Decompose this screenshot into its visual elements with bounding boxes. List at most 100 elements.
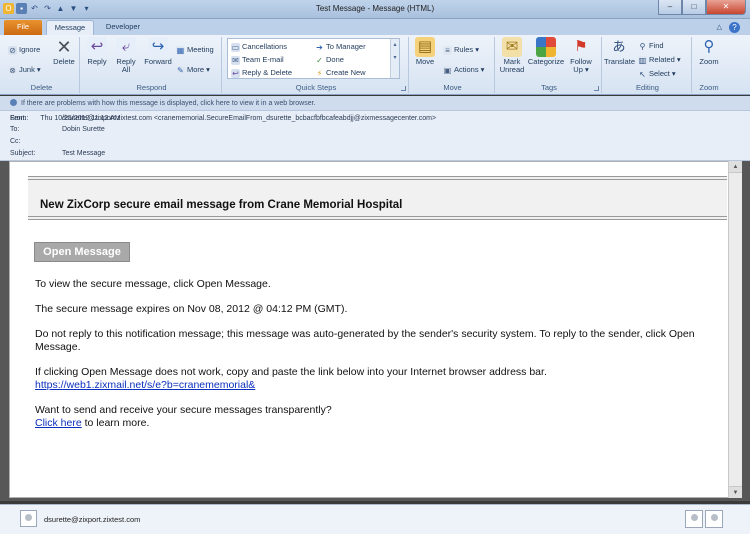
ribbon-tabs: File Message Developer △ ? <box>0 19 750 35</box>
close-button[interactable]: ✕ <box>706 0 746 15</box>
editing-group-label: Editing <box>636 83 659 92</box>
help-icon[interactable]: ? <box>729 22 740 33</box>
reading-pane: New ZixCorp secure email message from Cr… <box>0 161 750 501</box>
translate-button[interactable]: あ Translate <box>604 37 635 66</box>
body-paragraph-3: Do not reply to this notification messag… <box>35 328 695 353</box>
sent-row: Sent: Thu 10/25/2012 11:12 AM <box>10 114 740 124</box>
quickstep-done[interactable]: ✓ Done <box>315 55 344 65</box>
scroll-down-arrow-icon[interactable]: ▼ <box>729 486 742 498</box>
expand-people-pane-icon[interactable] <box>705 510 723 528</box>
click-here-link[interactable]: Click here <box>35 417 82 429</box>
select-cursor-icon: ↖ <box>639 70 646 79</box>
ignore-icon: ⊘ <box>8 46 17 55</box>
find-button[interactable]: ⚲ Find <box>638 41 664 51</box>
junk-icon: ⊗ <box>8 66 17 75</box>
learn-more-text: to learn more. <box>81 416 150 429</box>
reply-all-icon: ⤶ <box>116 37 136 57</box>
tags-dialog-launcher-icon[interactable] <box>594 86 599 91</box>
actions-button[interactable]: ▣ Actions ▾ <box>443 65 484 75</box>
rules-icon: ≡ <box>443 46 452 55</box>
related-button[interactable]: ▥ Related ▾ <box>638 55 681 65</box>
more-respond-icon: ✎ <box>176 66 185 75</box>
secure-message-link[interactable]: https://web1.zixmail.net/s/e?b=cranememo… <box>35 379 255 391</box>
maximize-button[interactable]: □ <box>682 0 706 15</box>
message-heading-box: New ZixCorp secure email message from Cr… <box>28 176 727 220</box>
message-headers: From: dsurette@zixport.zixtest.com <crane… <box>0 111 750 161</box>
zoom-button[interactable]: ⚲ Zoom <box>695 37 723 66</box>
to-label: To: <box>10 126 20 133</box>
rules-button[interactable]: ≡ Rules ▾ <box>443 45 479 55</box>
body-paragraph-5: Want to send and receive your secure mes… <box>35 404 715 429</box>
delete-button[interactable]: ✕ Delete <box>51 37 77 66</box>
forward-icon: ↪ <box>148 37 168 57</box>
title-bar: O ▪ ↶ ↷ ▲ ▼ ▾ Test Message - Message (HT… <box>0 0 750 19</box>
dialog-launcher-icon[interactable] <box>401 86 406 91</box>
info-bar-text[interactable]: If there are problems with how this mess… <box>21 100 316 107</box>
info-icon <box>10 99 17 106</box>
ribbon: ⊘ Ignore ⊗ Junk ▾ ✕ Delete Delete ↩ Reply … <box>0 35 750 95</box>
tab-message[interactable]: Message <box>46 20 94 35</box>
copy-link-instructions: If clicking Open Message does not work, … <box>35 366 547 378</box>
tab-developer[interactable]: Developer <box>98 20 148 35</box>
quick-steps-gallery: ▭ Cancellations ➔ To Manager ✉ Team E-mail … <box>227 38 400 79</box>
categorize-button[interactable]: Categorize <box>527 37 565 66</box>
checkmark-icon: ✓ <box>316 56 323 65</box>
contact-card-icon[interactable] <box>685 510 703 528</box>
zoom-group: ⚲ Zoom Zoom <box>694 37 724 93</box>
minimize-ribbon-icon[interactable]: △ <box>717 23 722 31</box>
meeting-button[interactable]: ▦ Meeting <box>176 45 214 55</box>
zoom-group-label: Zoom <box>699 83 719 92</box>
quick-steps-group: ▭ Cancellations ➔ To Manager ✉ Team E-mail … <box>224 37 409 93</box>
transparent-messaging-text: Want to send and receive your secure mes… <box>35 404 332 416</box>
related-icon: ▥ <box>638 56 647 65</box>
delete-x-icon: ✕ <box>56 37 72 57</box>
quickstep-team-email[interactable]: ✉ Team E-mail <box>231 55 284 65</box>
people-pane-email[interactable]: dsurette@zixport.zixtest.com <box>44 515 140 524</box>
reply-all-button[interactable]: ⤶ Reply All <box>112 37 140 74</box>
respond-group: ↩ Reply ⤶ Reply All ↪ Forward ▦ Meeting ✎… <box>82 37 222 93</box>
reply-icon: ↩ <box>87 37 107 57</box>
arrow-right-icon: ➔ <box>316 43 323 52</box>
subject-value: Test Message <box>62 150 106 157</box>
people-pane: dsurette@zixport.zixtest.com <box>0 504 750 534</box>
quick-steps-scroll[interactable]: ▴ ▾ <box>390 39 399 78</box>
move-group: ▤ Move ≡ Rules ▾ ▣ Actions ▾ Move <box>411 37 495 93</box>
junk-button[interactable]: ⊗ Junk ▾ <box>8 65 41 75</box>
magnifier-icon: ⚲ <box>703 38 715 55</box>
select-button[interactable]: ↖ Select ▾ <box>638 69 676 79</box>
forward-button[interactable]: ↪ Forward <box>142 37 174 66</box>
respond-group-label: Respond <box>136 83 167 92</box>
categorize-icon <box>536 37 556 57</box>
move-button[interactable]: ▤ Move <box>413 37 437 66</box>
quick-steps-label: Quick Steps <box>295 83 337 92</box>
avatar[interactable] <box>20 510 37 527</box>
info-bar[interactable]: If there are problems with how this mess… <box>0 96 750 111</box>
to-value[interactable]: Dobin Surette <box>62 126 105 133</box>
subject-label: Subject: <box>10 150 36 157</box>
move-group-label: Move <box>443 83 462 92</box>
editing-group: あ Translate ⚲ Find ▥ Related ▾ ↖ Select ▾ E… <box>604 37 692 93</box>
move-folder-icon: ▤ <box>415 37 435 57</box>
scroll-up-arrow-icon[interactable]: ▲ <box>729 161 742 173</box>
binoculars-icon: ⚲ <box>639 42 646 51</box>
envelope-icon: ✉ <box>502 37 522 57</box>
actions-icon: ▣ <box>443 66 452 75</box>
ignore-button[interactable]: ⊘ Ignore <box>8 45 40 55</box>
team-email-icon: ✉ <box>231 56 240 65</box>
body-paragraph-1: To view the secure message, click Open M… <box>35 278 271 290</box>
reply-button[interactable]: ↩ Reply <box>84 37 110 66</box>
delete-group-label: Delete <box>30 83 53 92</box>
mark-unread-button[interactable]: ✉ Mark Unread <box>499 37 525 74</box>
tags-group-label: Tags <box>541 83 557 92</box>
translate-icon: あ <box>612 39 626 54</box>
quickstep-cancellations[interactable]: ▭ Cancellations <box>231 42 287 52</box>
follow-up-button[interactable]: ⚑ Follow Up ▾ <box>567 37 595 74</box>
open-message-button[interactable]: Open Message <box>34 242 130 262</box>
quickstep-create-new[interactable]: ⚡ Create New <box>315 68 366 78</box>
quickstep-reply-delete[interactable]: ↩ Reply & Delete <box>231 68 292 78</box>
more-respond-button[interactable]: ✎ More ▾ <box>176 65 210 75</box>
vertical-scrollbar[interactable]: ▲ ▼ <box>728 161 742 498</box>
quickstep-to-manager[interactable]: ➔ To Manager <box>315 42 365 52</box>
minimize-button[interactable]: – <box>658 0 682 15</box>
tab-file[interactable]: File <box>4 20 42 35</box>
